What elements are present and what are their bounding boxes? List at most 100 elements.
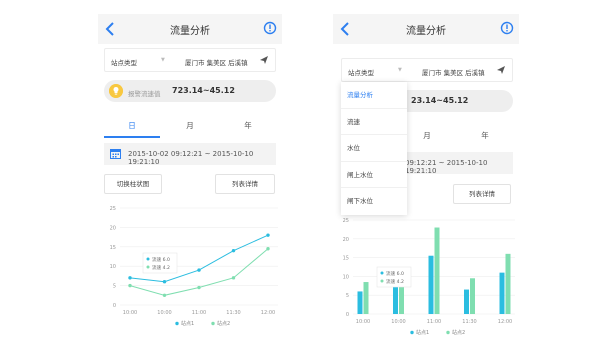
- data-point: [197, 268, 201, 272]
- legend-marker: [446, 330, 450, 335]
- bulb-icon: [109, 84, 123, 98]
- y-tick-label: 15: [110, 245, 116, 251]
- tab-month[interactable]: 月: [162, 120, 218, 131]
- y-tick-label: 0: [346, 312, 349, 318]
- switch-bar-chart-button[interactable]: 切换柱状图: [104, 174, 162, 194]
- bar: [428, 255, 434, 314]
- x-tick-label: 10:00: [123, 310, 137, 316]
- dropdown-option-upstream-level[interactable]: 闸上水位: [341, 162, 407, 189]
- calendar-icon: [110, 149, 121, 159]
- data-point: [266, 247, 270, 251]
- list-detail-button[interactable]: 列表详情: [215, 174, 275, 194]
- alert-value: 723.14~45.12: [172, 86, 235, 95]
- x-tick-label: 12:00: [498, 319, 512, 325]
- list-detail-button[interactable]: 列表详情: [453, 184, 511, 204]
- bar: [470, 278, 475, 314]
- y-tick-label: 10: [110, 264, 116, 270]
- x-tick-label: 11:00: [192, 310, 206, 316]
- bar: [499, 272, 505, 314]
- y-tick-label: 0: [113, 303, 116, 309]
- station-type-select[interactable]: 站点类型: [348, 67, 374, 77]
- x-tick-label: 11:30: [226, 310, 240, 316]
- x-tick-label: 11:00: [427, 319, 441, 325]
- date-range-picker[interactable]: 2015-10-02 09:12:21 ~ 2015-10-10 19:21:1…: [104, 143, 276, 166]
- bar-chart: 0 5 10 15 20 25 10:00 10:00 11:00 11:30 12:00 流速 6.…: [343, 218, 515, 336]
- data-point: [162, 280, 167, 284]
- bar: [505, 253, 511, 314]
- tab-year[interactable]: 年: [220, 120, 276, 131]
- active-tab-indicator: [104, 136, 160, 138]
- y-tick-label: 25: [343, 218, 349, 224]
- chevron-down-icon: ▼: [398, 67, 402, 73]
- date-range-text: 2015-10-02 09:12:21 ~ 2015-10-10 19:21:1…: [128, 150, 254, 166]
- line-chart: 0 5 10 15 20 25 10:00 10:00 11:00 11:30 12:00 流速 6.…: [110, 206, 278, 327]
- period-tabs: 日 月 年: [104, 114, 276, 138]
- x-tick-label: 11:30: [462, 319, 476, 325]
- dropdown-option-water-level[interactable]: 水位: [341, 135, 407, 162]
- y-tick-label: 25: [110, 206, 116, 212]
- dropdown-option-downstream-level[interactable]: 闸下水位: [341, 188, 407, 215]
- nav-bar: 流量分析: [98, 14, 282, 44]
- bar: [464, 289, 469, 314]
- x-tick-label: 10:00: [391, 319, 405, 325]
- locate-arrow-icon[interactable]: [259, 55, 269, 65]
- tooltip-marker: [146, 257, 150, 261]
- tooltip-text: 流速 6.0: [386, 270, 404, 277]
- tooltip-text: 流速 6.0: [152, 256, 170, 263]
- y-tick-label: 10: [343, 274, 349, 280]
- page-title: 流量分析: [406, 26, 446, 37]
- tooltip-text: 流速 4.2: [152, 264, 170, 271]
- tab-year[interactable]: 年: [457, 130, 513, 141]
- legend-marker: [175, 321, 179, 326]
- data-point: [197, 285, 201, 290]
- chevron-down-icon: ▼: [161, 57, 165, 63]
- x-tick-label: 12:00: [261, 310, 275, 316]
- legend-marker: [410, 330, 414, 335]
- location-text[interactable]: 厦门市 集美区 后溪镇: [422, 67, 485, 77]
- x-tick-label: 10:00: [356, 319, 370, 325]
- dropdown-option-flow[interactable]: 流量分析: [341, 82, 407, 109]
- station-type-select[interactable]: 站点类型: [111, 57, 137, 67]
- y-tick-label: 5: [113, 284, 116, 290]
- station-filter[interactable]: 站点类型 ▼ 厦门市 集美区 后溪镇: [104, 48, 276, 72]
- nav-bar: 流量分析: [333, 14, 519, 44]
- legend-marker: [211, 321, 215, 326]
- bar: [363, 282, 369, 314]
- info-icon[interactable]: [500, 21, 514, 35]
- tab-month[interactable]: 月: [399, 130, 455, 141]
- alert-bar: 报警流速值 723.14~45.12: [104, 80, 276, 102]
- data-point: [266, 233, 270, 237]
- data-point: [231, 276, 236, 280]
- alert-value: 23.14~45.12: [411, 96, 469, 105]
- legend-label: 站点1: [181, 320, 194, 327]
- locate-arrow-icon[interactable]: [496, 65, 506, 75]
- date-range-text: 09:12:21 ~ 2015-10-10 19:21:10: [405, 159, 488, 175]
- station-filter[interactable]: 站点类型 ▼ 厦门市 集美区 后溪镇: [341, 58, 513, 82]
- legend-label: 站点1: [416, 329, 429, 336]
- data-point: [162, 293, 167, 297]
- legend-label: 站点2: [217, 320, 230, 327]
- dropdown-option-velocity[interactable]: 流速: [341, 109, 407, 136]
- alert-label: 报警流速值: [128, 90, 161, 98]
- screen-line-chart: 流量分析 站点类型 ▼ 厦门市 集美区 后溪镇 报警流速值 723.14~45.…: [98, 14, 282, 344]
- tooltip-text: 流速 4.2: [386, 278, 404, 285]
- y-tick-label: 15: [343, 256, 349, 262]
- location-text[interactable]: 厦门市 集美区 后溪镇: [185, 57, 248, 67]
- bar: [357, 291, 363, 314]
- tab-day[interactable]: 日: [104, 120, 160, 131]
- y-tick-label: 20: [343, 237, 349, 243]
- tooltip-marker: [380, 271, 384, 275]
- info-icon[interactable]: [263, 21, 277, 35]
- page-title: 流量分析: [170, 26, 210, 37]
- tooltip-marker: [146, 265, 150, 269]
- data-point: [231, 248, 236, 253]
- legend-label: 站点2: [452, 329, 465, 336]
- screen-bar-chart: 流量分析 站点类型 ▼ 厦门市 集美区 后溪镇 23.14~45.12 月 年 …: [333, 14, 519, 344]
- x-tick-label: 10:00: [157, 310, 171, 316]
- bar: [434, 227, 440, 314]
- data-point: [128, 283, 132, 288]
- station-type-dropdown: 流量分析 流速 水位 闸上水位 闸下水位: [341, 82, 407, 215]
- y-tick-label: 5: [346, 293, 349, 299]
- tooltip-marker: [380, 279, 384, 283]
- y-tick-label: 20: [110, 225, 116, 231]
